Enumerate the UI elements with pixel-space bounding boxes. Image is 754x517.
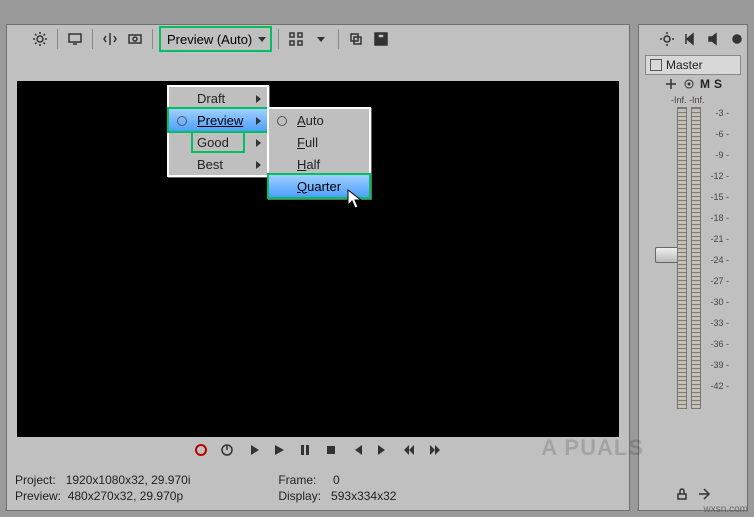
transport-bar [7, 436, 629, 464]
menu-item-good[interactable]: Good [169, 131, 267, 153]
meter-right-readout: -Inf. [689, 95, 705, 105]
meter-scale: -3 - -6 - -9 - -12 - -15 - -18 - -21 - -… [710, 109, 729, 403]
dropdown-arrow-icon[interactable] [310, 28, 332, 50]
save-snapshot-icon[interactable] [370, 28, 392, 50]
chevron-down-icon [258, 37, 266, 42]
preview-toolbar: Preview (Auto) [7, 25, 629, 53]
go-to-start-button[interactable] [347, 440, 367, 460]
gear-icon[interactable] [29, 28, 51, 50]
prev-frame-button[interactable] [399, 440, 419, 460]
dim-icon[interactable] [727, 28, 747, 50]
master-label: Master [666, 58, 703, 72]
status-bar: Project: 1920x1080x32, 29.970i Preview: … [15, 472, 621, 504]
mute-button[interactable]: M [700, 77, 710, 91]
menu-item-full[interactable]: Full [269, 131, 369, 153]
radio-icon [277, 116, 287, 126]
mixer-toolbar [639, 25, 747, 53]
meter-left-readout: -Inf. [671, 95, 687, 105]
menu-item-draft[interactable]: Draft [169, 87, 267, 109]
go-to-end-button[interactable] [373, 440, 393, 460]
copy-snapshot-icon[interactable] [345, 28, 367, 50]
quality-menu: Draft Preview Good Best [167, 85, 269, 177]
mixer-controls: M S [639, 77, 747, 91]
gear-icon[interactable] [657, 28, 677, 50]
level-meters: -Inf. -Inf. -3 - -6 - -9 - -12 - -15 - -… [653, 95, 733, 415]
record-button[interactable] [191, 440, 211, 460]
automation-icon[interactable] [682, 77, 696, 91]
preview-format: 480x270x32, 29.970p [68, 489, 183, 503]
display-format: 593x334x32 [331, 489, 396, 503]
split-screen-icon[interactable] [99, 28, 121, 50]
project-format: 1920x1080x32, 29.970i [66, 473, 191, 487]
pause-button[interactable] [295, 440, 315, 460]
grid-icon[interactable] [285, 28, 307, 50]
skip-left-icon[interactable] [680, 28, 700, 50]
play-from-start-button[interactable] [243, 440, 263, 460]
frame-number: 0 [333, 473, 340, 487]
lock-icon[interactable] [675, 487, 689, 504]
play-button[interactable] [269, 440, 289, 460]
menu-item-half[interactable]: Half [269, 153, 369, 175]
menu-item-preview[interactable]: Preview [169, 109, 267, 131]
resolution-menu: Auto Full Half Quarter [267, 107, 371, 199]
stop-button[interactable] [321, 440, 341, 460]
overlays-icon[interactable] [124, 28, 146, 50]
external-monitor-icon[interactable] [64, 28, 86, 50]
menu-item-best[interactable]: Best [169, 153, 267, 175]
solo-button[interactable]: S [714, 77, 722, 91]
bus-icon [650, 59, 662, 71]
power-button[interactable] [217, 440, 237, 460]
preview-quality-dropdown[interactable]: Preview (Auto) [159, 26, 272, 52]
mixer-footer [639, 487, 747, 504]
meter-bar-left [677, 107, 687, 409]
menu-item-auto[interactable]: Auto [269, 109, 369, 131]
watermark-text: A PUALS [541, 435, 644, 461]
close-icon[interactable] [9, 35, 23, 49]
source-stamp: wxsn.com [704, 504, 748, 515]
master-bus-header[interactable]: Master [645, 55, 741, 75]
meter-bar-right [691, 107, 701, 409]
radio-icon [177, 116, 187, 126]
cursor-icon [347, 189, 365, 211]
next-frame-button[interactable] [425, 440, 445, 460]
insert-fx-icon[interactable] [664, 77, 678, 91]
preview-quality-label: Preview (Auto) [167, 32, 252, 47]
speaker-icon[interactable] [704, 28, 724, 50]
expand-icon[interactable] [697, 487, 711, 504]
close-icon[interactable] [641, 35, 655, 49]
